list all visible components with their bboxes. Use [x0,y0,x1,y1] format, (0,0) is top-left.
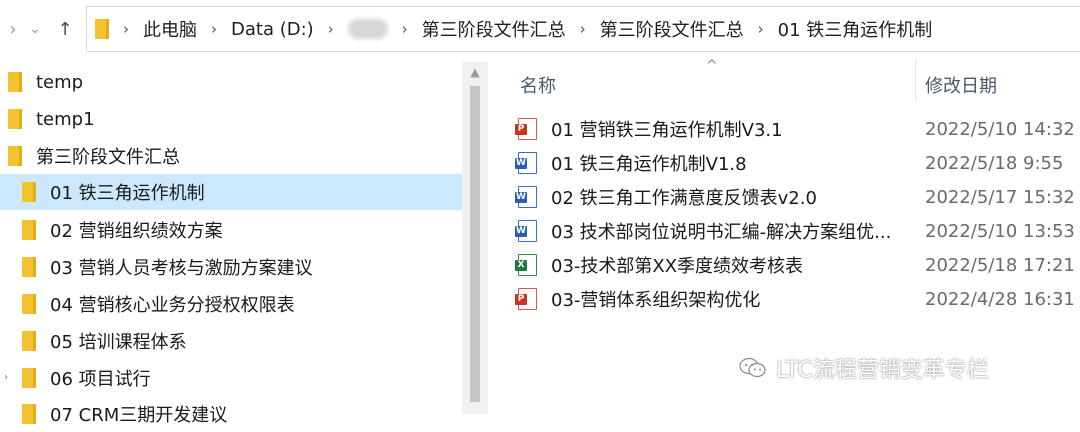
tree-item-07[interactable]: 07 CRM三期开发建议 [0,396,484,432]
tree-item-label: 02 营销组织绩效方案 [50,221,223,242]
file-name: 03-营销体系组织架构优化 [551,290,761,311]
file-row[interactable]: X 03-技术部第XX季度绩效考核表 2022/5/18 17:21 [515,248,1078,282]
address-bar[interactable]: › 此电脑 › Data (D:) › › 第三阶段文件汇总 › 第三阶段文件汇… [86,6,1080,52]
scroll-up-arrow-icon[interactable]: ▲ [462,62,488,82]
breadcrumb-separator-icon[interactable]: › [123,20,129,38]
tree-item-label: 06 项目试行 [50,369,151,390]
sort-ascending-caret-icon: ^ [706,58,718,74]
breadcrumb-phase3-summary-sub[interactable]: 第三阶段文件汇总 [600,16,744,42]
tree-item-temp[interactable]: temp [0,64,470,100]
file-name: 03-技术部第XX季度绩效考核表 [551,256,804,277]
tree-item-label: 04 营销核心业务分授权权限表 [50,295,295,316]
breadcrumb-phase3-summary[interactable]: 第三阶段文件汇总 [422,16,566,42]
file-date-modified: 2022/5/10 14:32 [925,118,1075,140]
column-header-name[interactable]: 名称 [520,72,556,98]
folder-icon [22,404,36,424]
file-row[interactable]: W 02 铁三角工作满意度反馈表v2.0 2022/5/17 15:32 [515,180,1078,214]
folder-icon [95,19,109,39]
folder-icon [8,146,22,166]
folder-icon [22,220,36,240]
tree-item-label: 07 CRM三期开发建议 [50,405,228,426]
breadcrumb-this-pc[interactable]: 此电脑 [143,16,197,42]
folder-icon [8,72,22,92]
watermark-text: LTC流程营销变革专栏 [776,358,989,383]
tree-item-02[interactable]: 02 营销组织绩效方案 [0,212,484,248]
excel-file-icon: X [515,254,537,276]
up-arrow-icon[interactable]: ↑ [52,14,78,44]
tree-item-label: 03 营销人员考核与激励方案建议 [50,258,313,279]
tree-item-05[interactable]: 05 培训课程体系 [0,323,484,359]
expand-chevron-icon[interactable]: › [4,372,12,384]
breadcrumb-redacted[interactable] [347,19,388,39]
word-file-icon: W [515,186,537,208]
tree-item-phase3-summary[interactable]: 第三阶段文件汇总 [0,138,470,174]
file-name: 03 技术部岗位说明书汇编-解决方案组优... [551,222,892,243]
recent-locations-chevron-down-icon[interactable]: ⌄ [22,14,48,44]
word-file-icon: W [515,220,537,242]
breadcrumb-separator-icon[interactable]: › [758,20,764,38]
file-date-modified: 2022/5/18 17:21 [925,254,1075,276]
folder-icon [22,331,36,351]
breadcrumb-separator-icon[interactable]: › [328,20,334,38]
folder-icon [22,294,36,314]
column-header-date-modified[interactable]: 修改日期 [925,72,997,98]
breadcrumb-separator-icon[interactable]: › [580,20,586,38]
pdf-file-icon: P [515,288,537,310]
watermark: LTC流程营销变革专栏 [738,352,989,384]
breadcrumb-data-drive[interactable]: Data (D:) [231,19,314,40]
folder-icon [22,368,36,388]
folder-icon [8,109,22,129]
file-row[interactable]: W 03 技术部岗位说明书汇编-解决方案组优... 2022/5/10 13:5… [515,214,1078,248]
pdf-file-icon: P [515,118,537,140]
tree-item-label: temp1 [36,108,95,130]
tree-item-04[interactable]: 04 营销核心业务分授权权限表 [0,286,484,322]
breadcrumb-separator-icon[interactable]: › [402,20,408,38]
file-date-modified: 2022/5/10 13:53 [925,220,1075,242]
breadcrumb-separator-icon[interactable]: › [211,20,217,38]
column-header: ^ 名称 修改日期 [488,58,1080,106]
folder-icon [22,257,36,277]
file-row[interactable]: P 03-营销体系组织架构优化 2022/4/28 16:31 [515,282,1078,316]
folder-icon [22,182,36,202]
tree-item-03[interactable]: 03 营销人员考核与激励方案建议 [0,249,484,285]
scrollbar-thumb[interactable] [470,86,480,402]
tree-item-01[interactable]: 01 铁三角运作机制 [0,174,462,210]
tree-item-label: 第三阶段文件汇总 [36,147,180,168]
file-date-modified: 2022/5/18 9:55 [925,152,1064,174]
file-row[interactable]: P 01 营销铁三角运作机制V3.1 2022/5/10 14:32 [515,112,1078,146]
tree-item-06[interactable]: › 06 项目试行 [0,360,484,396]
navigation-bar: › ⌄ ↑ › 此电脑 › Data (D:) › › 第三阶段文件汇总 › 第… [0,0,1080,58]
file-date-modified: 2022/4/28 16:31 [925,288,1075,310]
wechat-icon [739,357,766,378]
navigation-pane-scrollbar[interactable]: ▲ [462,62,488,414]
tree-item-label: 01 铁三角运作机制 [50,183,205,204]
file-row[interactable]: W 01 铁三角运作机制V1.8 2022/5/18 9:55 [515,146,1078,180]
navigation-pane: temp temp1 第三阶段文件汇总 01 铁三角运作机制 02 营销组织绩效… [0,62,462,426]
file-date-modified: 2022/5/17 15:32 [925,186,1075,208]
file-name: 02 铁三角工作满意度反馈表v2.0 [551,188,817,209]
file-name: 01 营销铁三角运作机制V3.1 [551,120,783,141]
tree-item-label: temp [36,71,84,93]
tree-item-temp1[interactable]: temp1 [0,101,470,137]
tree-item-label: 05 培训课程体系 [50,332,187,353]
file-name: 01 铁三角运作机制V1.8 [551,154,747,175]
word-file-icon: W [515,152,537,174]
breadcrumb-current-folder[interactable]: 01 铁三角运作机制 [778,16,933,42]
column-divider[interactable] [915,60,916,100]
